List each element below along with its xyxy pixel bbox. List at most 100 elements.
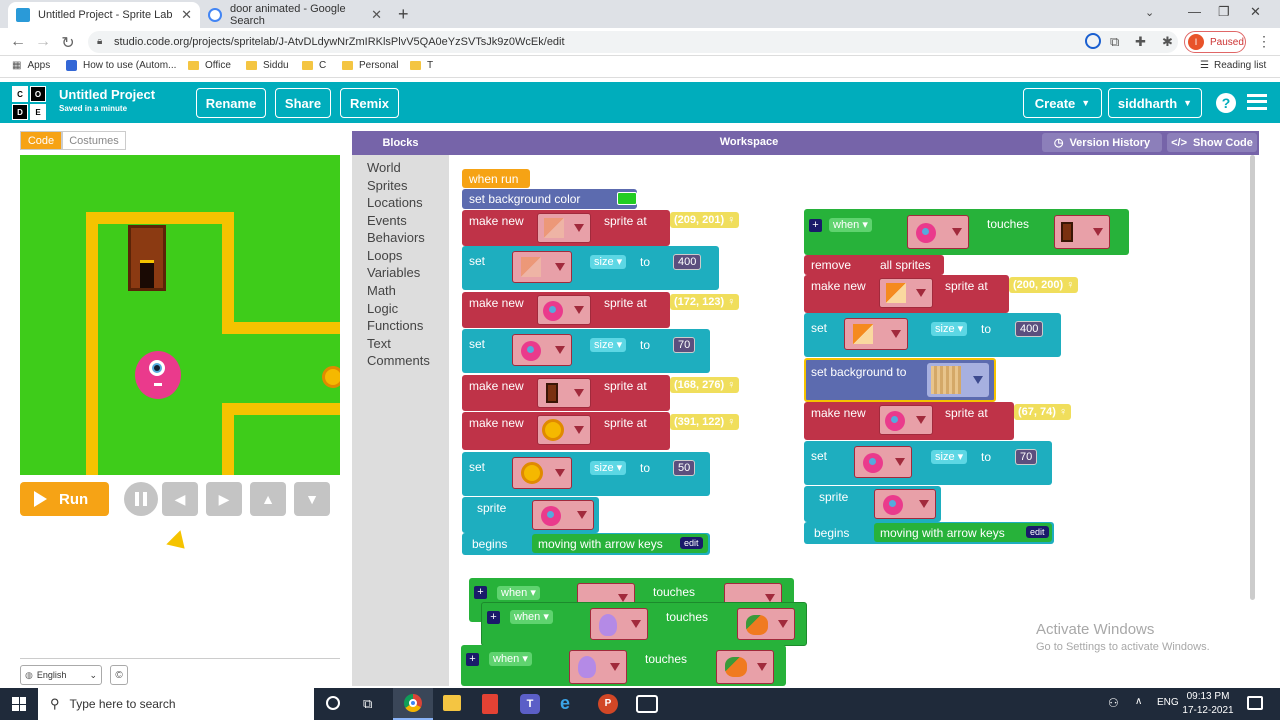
game-stage[interactable]: [20, 155, 340, 475]
extensions-icon[interactable]: ✱: [1162, 34, 1173, 50]
powerpoint-icon[interactable]: P: [598, 694, 618, 714]
run-button[interactable]: Run: [20, 482, 109, 516]
location-value[interactable]: (67, 74) ♀: [1014, 404, 1072, 420]
sprite-dropdown[interactable]: [1054, 215, 1110, 249]
input-language[interactable]: ENG: [1157, 697, 1179, 708]
category-functions[interactable]: Functions: [367, 318, 423, 333]
event-dropdown[interactable]: when ▾: [829, 218, 872, 232]
add-icon[interactable]: +: [487, 611, 500, 624]
extension-icon[interactable]: ⧉: [1110, 34, 1119, 50]
menu-kebab-icon[interactable]: ⋮: [1257, 33, 1271, 50]
clock-time[interactable]: 09:13 PM: [1185, 691, 1231, 702]
reading-list[interactable]: ☰ Reading list: [1200, 60, 1266, 71]
edit-button[interactable]: edit: [680, 537, 703, 549]
snipping-tool-icon[interactable]: [636, 695, 658, 713]
costume-dropdown[interactable]: [879, 405, 933, 435]
search-lens-icon[interactable]: [1085, 33, 1101, 49]
location-value[interactable]: (200, 200) ♀: [1009, 277, 1079, 293]
new-tab-icon[interactable]: +: [398, 4, 409, 25]
costume-dropdown[interactable]: [879, 278, 933, 308]
sprite-dropdown[interactable]: [737, 608, 795, 640]
size-value[interactable]: 70: [673, 337, 696, 353]
set-background-image-block[interactable]: set background to: [804, 358, 996, 402]
close-tab-icon[interactable]: ✕: [181, 7, 192, 23]
task-view-icon[interactable]: ⧉: [363, 696, 372, 712]
people-icon[interactable]: ⚇: [1108, 696, 1119, 710]
category-math[interactable]: Math: [367, 283, 396, 298]
profile-button[interactable]: I Paused: [1184, 31, 1246, 53]
background-dropdown[interactable]: [927, 363, 989, 397]
color-swatch[interactable]: [617, 192, 637, 205]
tray-chevron-icon[interactable]: ∧: [1135, 696, 1142, 707]
sprite-dropdown[interactable]: [512, 334, 572, 366]
notifications-icon[interactable]: [1247, 696, 1263, 710]
make-new-sprite-block[interactable]: make new sprite at: [804, 275, 1009, 313]
begins-behavior-block[interactable]: begins moving with arrow keys edit: [804, 522, 1054, 544]
size-value[interactable]: 50: [673, 460, 696, 476]
sprite-dropdown[interactable]: [854, 446, 912, 478]
left-arrow-button[interactable]: ◀: [162, 482, 198, 516]
set-size-block[interactable]: set size ▾ to 70: [804, 441, 1052, 485]
category-loops[interactable]: Loops: [367, 248, 402, 263]
costume-dropdown[interactable]: [537, 378, 591, 408]
make-new-sprite-block[interactable]: make new sprite at: [462, 210, 670, 246]
event-dropdown[interactable]: when ▾: [510, 610, 553, 624]
add-icon[interactable]: +: [809, 219, 822, 232]
teams-icon[interactable]: T: [520, 694, 540, 714]
clock-date[interactable]: 17-12-2021: [1181, 705, 1235, 716]
category-sprites[interactable]: Sprites: [367, 178, 407, 193]
rename-button[interactable]: Rename: [196, 88, 266, 118]
app-icon[interactable]: [482, 694, 498, 714]
sprite-dropdown[interactable]: [907, 215, 969, 249]
bookmark-siddu[interactable]: Siddu: [246, 60, 289, 71]
location-value[interactable]: (172, 123) ♀: [670, 294, 740, 310]
close-tab-icon[interactable]: ✕: [371, 7, 382, 23]
back-icon[interactable]: ←: [8, 33, 28, 51]
file-explorer-icon[interactable]: [443, 695, 461, 711]
when-run-block[interactable]: when run: [462, 169, 530, 188]
minimize-icon[interactable]: —: [1188, 4, 1201, 19]
event-dropdown[interactable]: when ▾: [497, 586, 540, 600]
size-value[interactable]: 70: [1015, 449, 1038, 465]
windows-start-icon[interactable]: [12, 697, 26, 711]
down-arrow-button[interactable]: ▼: [294, 482, 330, 516]
sprite-dropdown[interactable]: [874, 489, 936, 519]
bookmark-personal[interactable]: Personal: [342, 60, 398, 71]
right-arrow-button[interactable]: ▶: [206, 482, 242, 516]
costume-dropdown[interactable]: [537, 295, 591, 325]
property-dropdown[interactable]: size ▾: [590, 461, 627, 475]
code-org-logo[interactable]: C O D E: [12, 86, 46, 120]
make-new-sprite-block[interactable]: make new sprite at: [462, 292, 670, 328]
vertical-scrollbar[interactable]: [1250, 155, 1255, 600]
url-bar[interactable]: 🔒︎ studio.code.org/projects/spritelab/J-…: [88, 31, 1178, 53]
help-icon[interactable]: ?: [1216, 93, 1236, 113]
cortana-icon[interactable]: [326, 696, 340, 710]
costume-dropdown[interactable]: [537, 415, 591, 445]
tab-costumes[interactable]: Costumes: [62, 131, 126, 150]
location-value[interactable]: (209, 201) ♀: [670, 212, 740, 228]
category-text[interactable]: Text: [367, 336, 391, 351]
bookmark-apps[interactable]: ▦ Apps: [12, 60, 50, 71]
pause-button[interactable]: [124, 482, 158, 516]
bookmark-c[interactable]: C: [302, 60, 326, 71]
add-icon[interactable]: +: [466, 653, 479, 666]
make-new-sprite-block[interactable]: make new sprite at: [462, 412, 670, 450]
chrome-taskbar-icon[interactable]: [393, 688, 433, 720]
make-new-sprite-block[interactable]: make new sprite at: [462, 375, 670, 411]
category-variables[interactable]: Variables: [367, 265, 420, 280]
create-button[interactable]: Create ▼: [1023, 88, 1102, 118]
property-dropdown[interactable]: size ▾: [931, 450, 968, 464]
bookmark-t[interactable]: T: [410, 60, 433, 71]
add-icon[interactable]: +: [474, 586, 487, 599]
size-value[interactable]: 400: [1015, 321, 1044, 337]
remix-button[interactable]: Remix: [340, 88, 399, 118]
set-size-block[interactable]: set size ▾ to 400: [804, 313, 1061, 357]
size-value[interactable]: 400: [673, 254, 702, 270]
begins-behavior-block[interactable]: begins moving with arrow keys edit: [462, 533, 710, 555]
property-dropdown[interactable]: size ▾: [590, 255, 627, 269]
make-new-sprite-block[interactable]: make new sprite at: [804, 402, 1014, 440]
category-logic[interactable]: Logic: [367, 301, 398, 316]
user-menu-button[interactable]: siddharth ▼: [1108, 88, 1202, 118]
up-arrow-button[interactable]: ▲: [250, 482, 286, 516]
when-touches-block[interactable]: + when ▾ touches: [804, 209, 1129, 255]
